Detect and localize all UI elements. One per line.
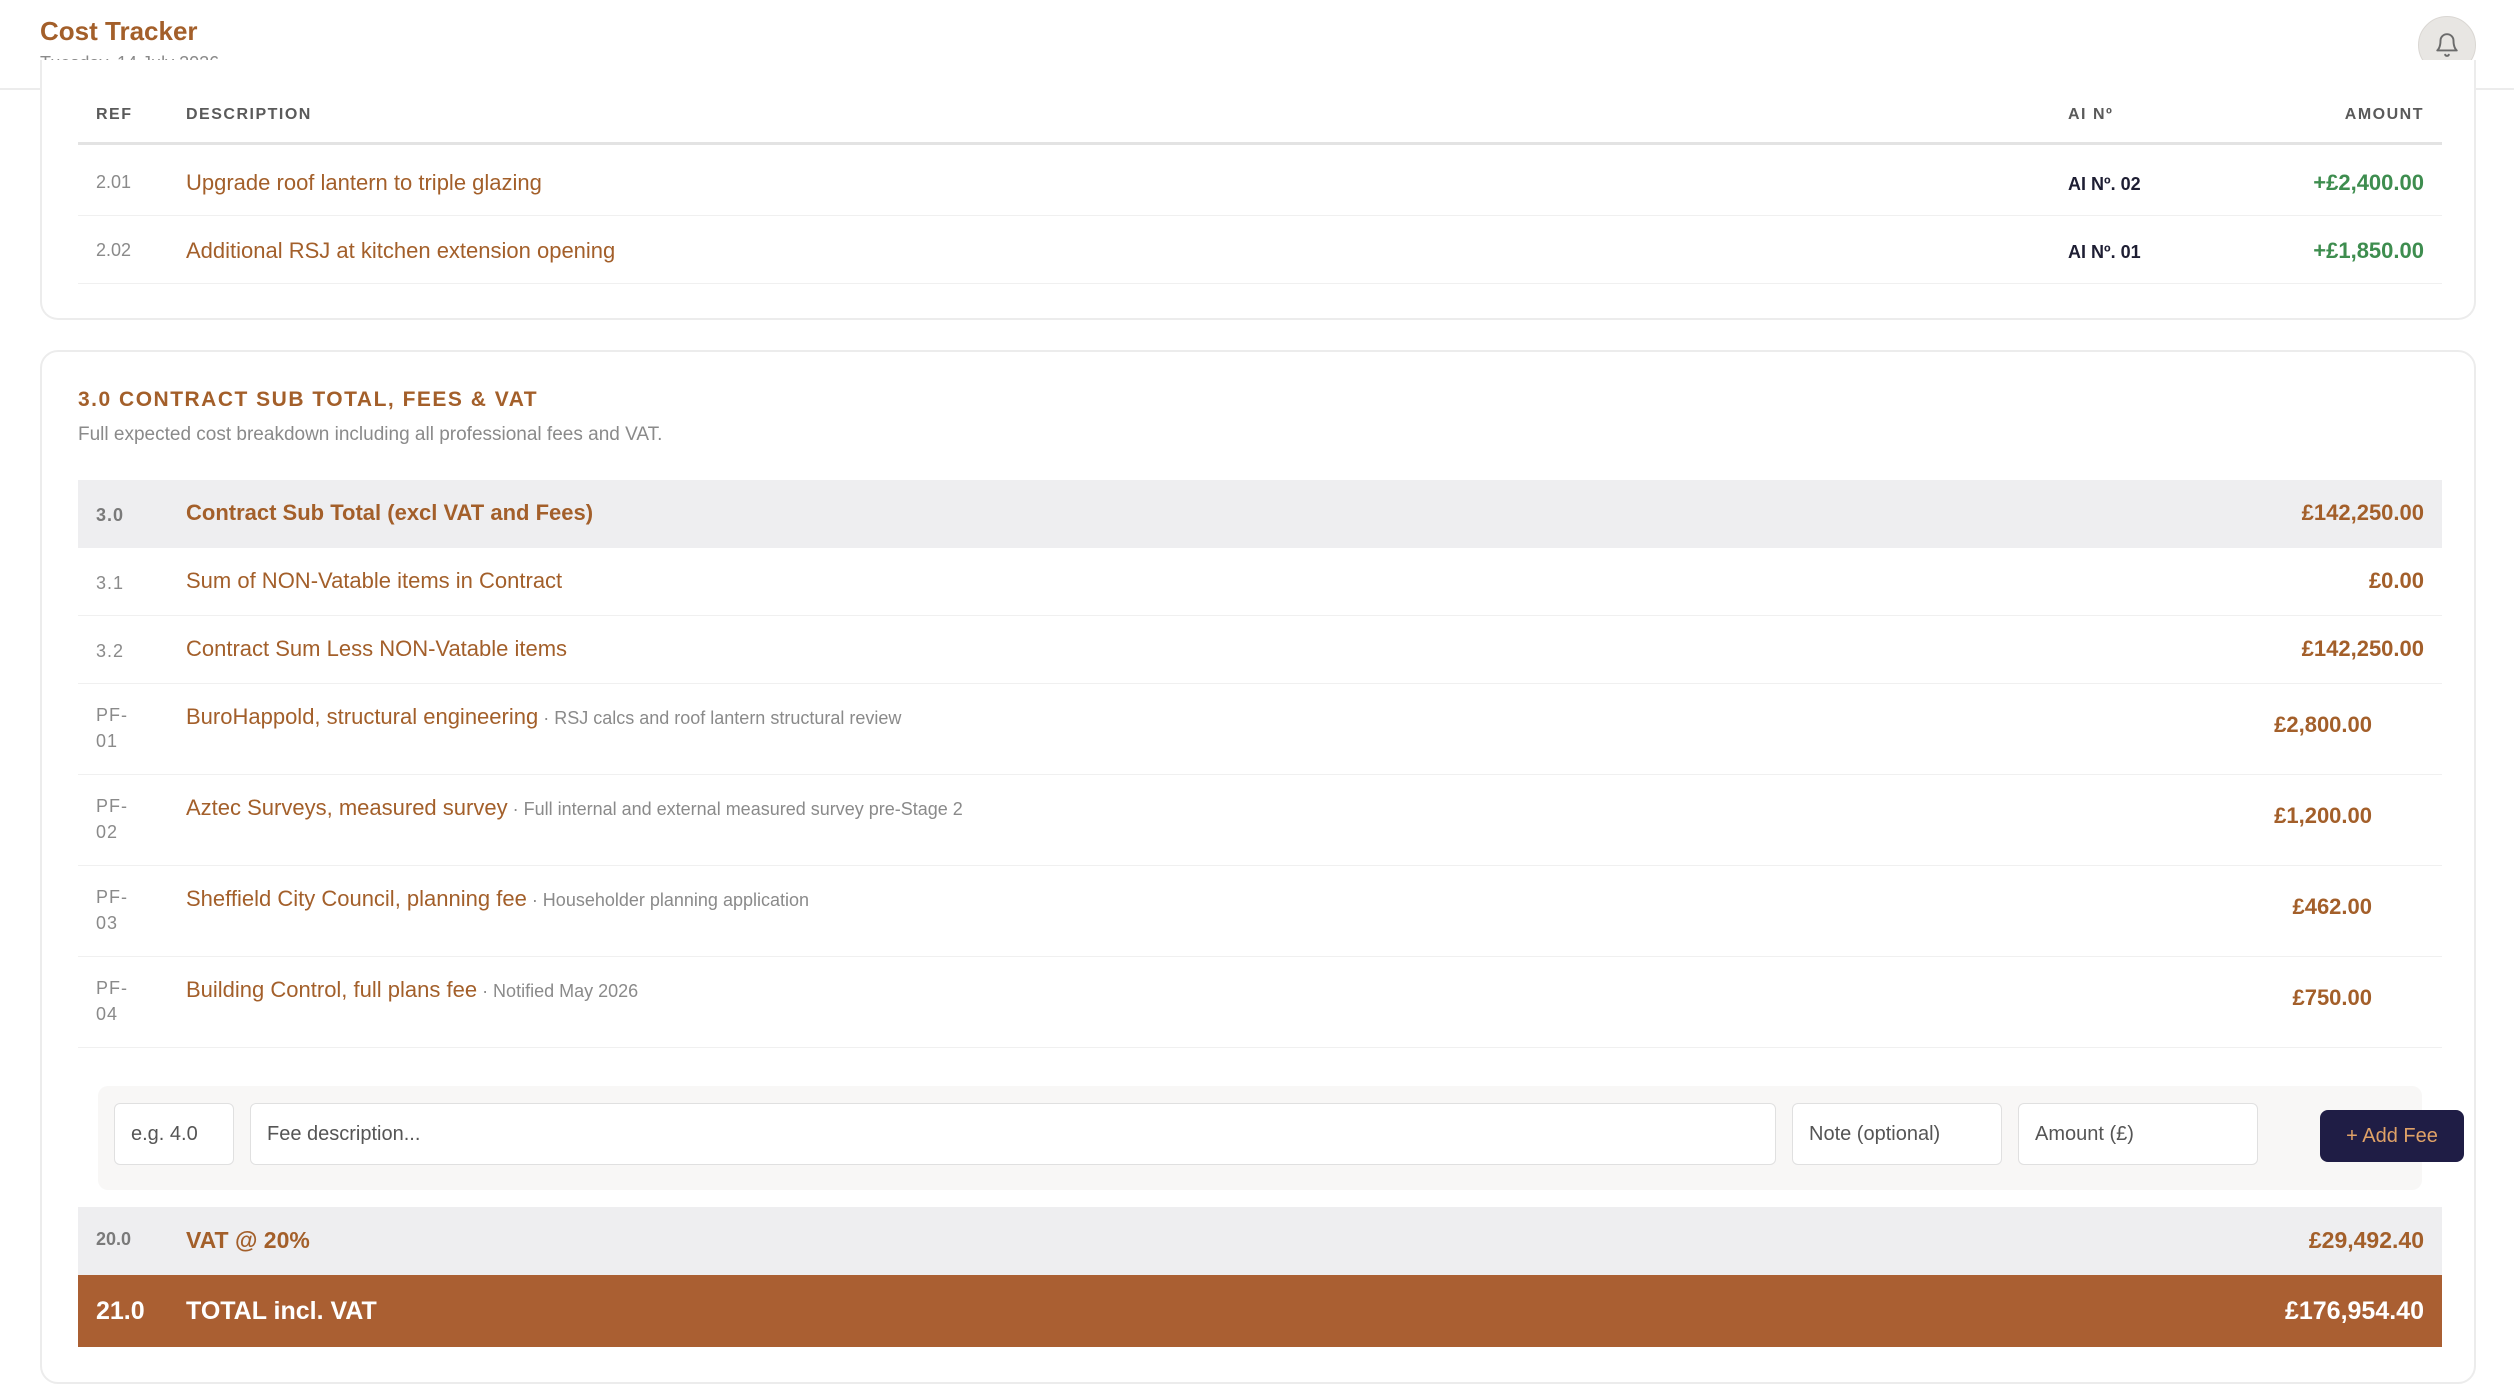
add-fee-button[interactable]: + Add Fee	[2320, 1110, 2464, 1162]
bell-icon	[2436, 33, 2458, 57]
table-header: REF DESCRIPTION AI Nº AMOUNT	[78, 60, 2442, 145]
summary-row: 3.2 Contract Sum Less NON-Vatable items …	[78, 616, 2442, 684]
row-description: Contract Sub Total (excl VAT and Fees)	[186, 500, 594, 525]
row-ref: 3.2	[96, 641, 125, 661]
row-amount: £0.00	[2368, 568, 2424, 593]
row-amount: £142,250.00	[2301, 500, 2424, 525]
fee-ref: PF-01	[96, 705, 128, 751]
fee-description: BuroHappold, structural engineering	[186, 704, 539, 729]
fee-amount: £462.00	[2292, 894, 2372, 919]
fee-ref: PF-02	[96, 796, 128, 842]
row-ref: 2.01	[96, 172, 132, 192]
fee-row[interactable]: PF-03 Sheffield City Council, planning f…	[78, 866, 2442, 957]
row-description: Contract Sum Less NON-Vatable items	[186, 636, 568, 661]
section-subtitle: Full expected cost breakdown including a…	[78, 424, 663, 445]
col-ai: AI Nº	[2068, 106, 2114, 123]
fee-description: Sheffield City Council, planning fee	[186, 886, 527, 911]
fee-description: Building Control, full plans fee	[186, 977, 478, 1002]
instructions-card: REF DESCRIPTION AI Nº AMOUNT 2.01 Upgrad…	[40, 60, 2476, 320]
fee-ref: PF-04	[96, 978, 128, 1024]
vat-description: VAT @ 20%	[186, 1227, 310, 1253]
fee-row[interactable]: PF-01 BuroHappold, structural engineerin…	[78, 684, 2442, 775]
row-amount: £142,250.00	[2301, 636, 2424, 661]
table-row[interactable]: 2.01 Upgrade roof lantern to triple glaz…	[78, 148, 2442, 216]
contract-subtotal-card: 3.0 CONTRACT SUB TOTAL, FEES & VAT Full …	[40, 350, 2476, 1384]
fee-amount-input[interactable]	[2018, 1103, 2258, 1165]
fee-note: · Full internal and external measured su…	[507, 799, 963, 819]
fee-amount: £2,800.00	[2274, 712, 2372, 737]
row-amount: +£2,400.00	[2313, 170, 2424, 195]
fee-note: · Householder planning application	[526, 890, 810, 910]
total-row: 21.0 TOTAL incl. VAT £176,954.40	[78, 1275, 2442, 1347]
add-fee-form: + Add Fee	[98, 1086, 2464, 1190]
vat-amount: £29,492.40	[2308, 1227, 2424, 1253]
row-description: Upgrade roof lantern to triple glazing	[186, 170, 542, 195]
fee-row[interactable]: PF-04 Building Control, full plans fee ·…	[78, 957, 2442, 1048]
row-ai-number: AI Nº. 02	[2068, 174, 2141, 194]
section-title: 3.0 CONTRACT SUB TOTAL, FEES & VAT	[78, 388, 539, 411]
row-ref: 3.1	[96, 573, 125, 593]
fee-note: · Notified May 2026	[477, 981, 639, 1001]
row-ai-number: AI Nº. 01	[2068, 242, 2141, 262]
summary-row-subtotal: 3.0 Contract Sub Total (excl VAT and Fee…	[78, 480, 2442, 548]
col-amount: AMOUNT	[2344, 106, 2424, 123]
app-title: Cost Tracker	[40, 16, 198, 46]
fee-description: Aztec Surveys, measured survey	[186, 795, 508, 820]
fee-amount: £1,200.00	[2274, 803, 2372, 828]
fee-description-input[interactable]	[250, 1103, 1776, 1165]
fee-ref: PF-03	[96, 887, 128, 933]
row-description: Additional RSJ at kitchen extension open…	[186, 238, 616, 263]
row-ref: 2.02	[96, 240, 132, 260]
total-ref: 21.0	[96, 1297, 145, 1325]
summary-row: 3.1 Sum of NON-Vatable items in Contract…	[78, 548, 2442, 616]
total-amount: £176,954.40	[2284, 1297, 2424, 1325]
row-ref: 3.0	[96, 505, 125, 525]
fee-row[interactable]: PF-02 Aztec Surveys, measured survey · F…	[78, 775, 2442, 866]
fee-note-input[interactable]	[1792, 1103, 2002, 1165]
total-description: TOTAL incl. VAT	[186, 1297, 377, 1325]
fee-amount: £750.00	[2292, 985, 2372, 1010]
vat-row: 20.0 VAT @ 20% £29,492.40	[78, 1207, 2442, 1275]
table-row[interactable]: 2.02 Additional RSJ at kitchen extension…	[78, 216, 2442, 284]
col-ref: REF	[96, 106, 133, 123]
col-description: DESCRIPTION	[186, 106, 312, 123]
fee-note: · RSJ calcs and roof lantern structural …	[538, 708, 902, 728]
fee-ref-input[interactable]	[114, 1103, 234, 1165]
row-amount: +£1,850.00	[2313, 238, 2424, 263]
row-description: Sum of NON-Vatable items in Contract	[186, 568, 563, 593]
vat-ref: 20.0	[96, 1229, 132, 1249]
